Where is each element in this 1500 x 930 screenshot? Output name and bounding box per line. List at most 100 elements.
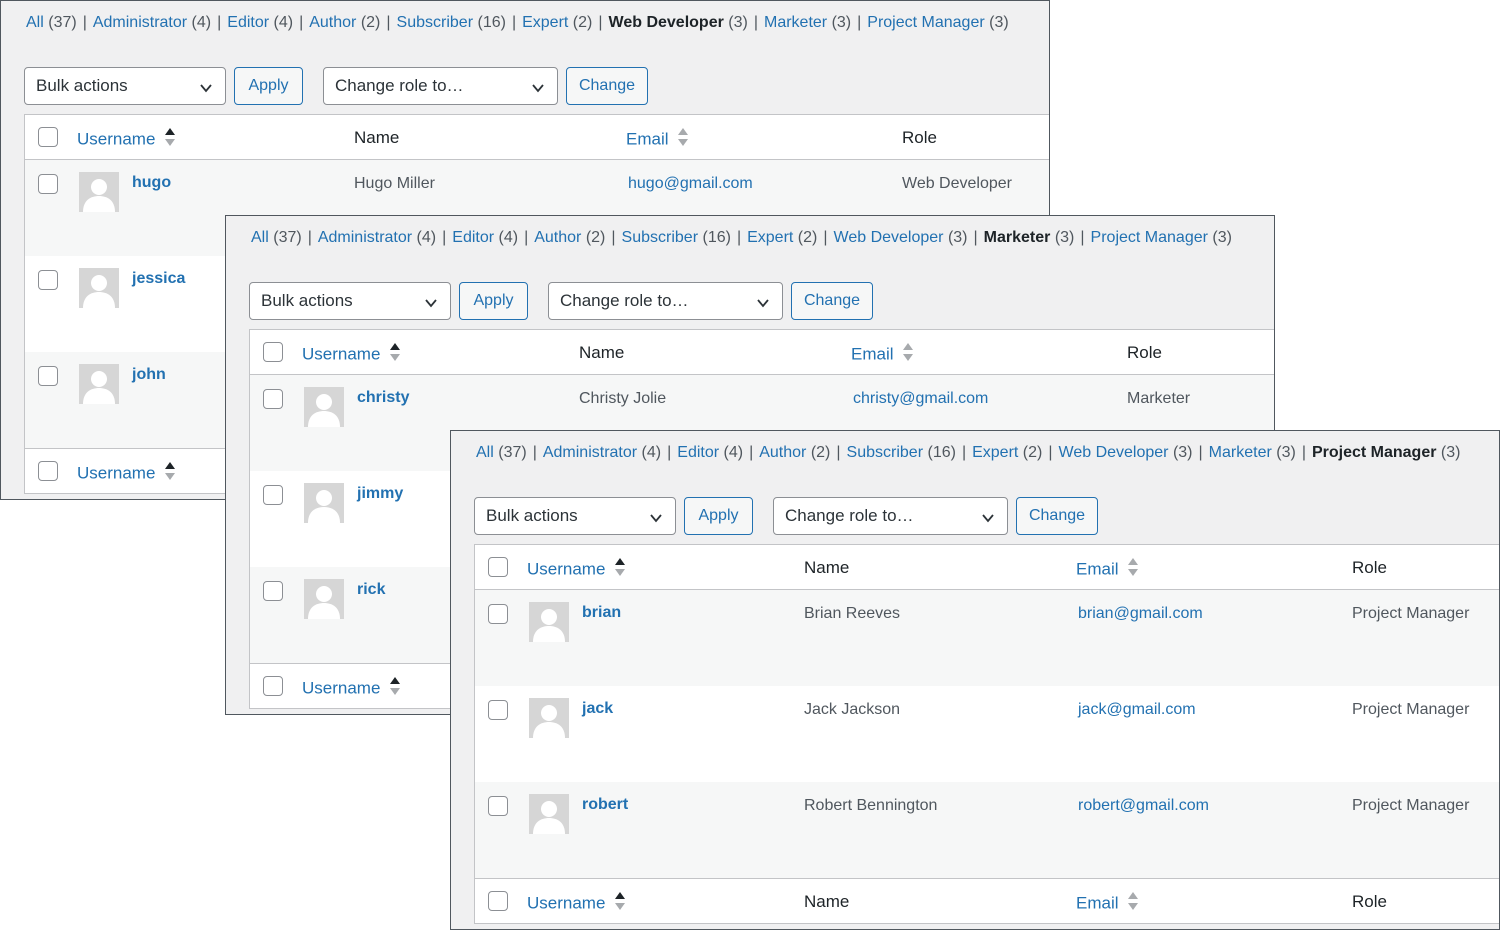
select-all-checkbox[interactable] — [263, 342, 283, 362]
column-email[interactable]: Email — [626, 127, 689, 153]
user-email-link[interactable]: robert@gmail.com — [1078, 797, 1209, 815]
avatar — [79, 364, 119, 404]
change-role-select[interactable]: Change role to… — [548, 282, 783, 320]
select-all-checkbox[interactable] — [38, 461, 58, 481]
row-checkbox[interactable] — [488, 700, 508, 720]
filter-link[interactable]: Expert — [522, 14, 568, 31]
column-username[interactable]: Username — [302, 342, 401, 368]
column-username[interactable]: Username — [527, 557, 626, 583]
change-role-select[interactable]: Change role to… — [323, 67, 558, 105]
sort-asc-icon — [164, 461, 176, 487]
filter-link[interactable]: Administrator — [318, 229, 412, 246]
column-username[interactable]: Username — [77, 127, 176, 153]
select-all-checkbox[interactable] — [488, 557, 508, 577]
row-checkbox[interactable] — [488, 796, 508, 816]
chevron-down-icon — [531, 80, 545, 100]
select-all-checkbox[interactable] — [38, 127, 58, 147]
filter-item: All (37) — [476, 444, 527, 461]
filter-count: (3) — [1212, 229, 1232, 246]
bulk-actions-select[interactable]: Bulk actions — [474, 497, 676, 535]
user-role: Project Manager — [1352, 797, 1470, 814]
row-checkbox[interactable] — [488, 604, 508, 624]
sort-icon — [902, 342, 914, 368]
filter-link[interactable]: Project Manager — [1312, 444, 1436, 461]
filter-link[interactable]: Subscriber — [397, 14, 473, 31]
filter-link[interactable]: Web Developer — [1059, 444, 1169, 461]
row-checkbox[interactable] — [38, 270, 58, 290]
apply-button[interactable]: Apply — [684, 497, 753, 535]
filter-link[interactable]: Subscriber — [847, 444, 923, 461]
filter-separator: | — [82, 14, 87, 31]
column-username[interactable]: Username — [77, 461, 176, 487]
filter-link[interactable]: Web Developer — [834, 229, 944, 246]
column-email[interactable]: Email — [1076, 557, 1139, 583]
filter-link[interactable]: All — [476, 444, 494, 461]
username-link[interactable]: brian — [582, 604, 621, 622]
role-filter-links: All (37) | Administrator (4) | Editor (4) | Au… — [251, 228, 1232, 248]
row-checkbox[interactable] — [263, 389, 283, 409]
filter-link[interactable]: Web Developer — [609, 14, 724, 31]
user-email-link[interactable]: hugo@gmail.com — [628, 175, 753, 193]
select-all-checkbox[interactable] — [263, 676, 283, 696]
filter-separator: | — [857, 14, 862, 31]
apply-button[interactable]: Apply — [459, 282, 528, 320]
filter-count: (3) — [831, 14, 852, 31]
filter-separator: | — [667, 444, 672, 461]
filter-link[interactable]: Expert — [747, 229, 793, 246]
filter-link[interactable]: Project Manager — [867, 14, 984, 31]
filter-link[interactable]: Marketer — [984, 229, 1051, 246]
filter-link[interactable]: Author — [309, 14, 356, 31]
filter-count: (3) — [989, 14, 1009, 31]
username-link[interactable]: jimmy — [357, 485, 403, 503]
filter-link[interactable]: Editor — [677, 444, 719, 461]
row-checkbox[interactable] — [263, 581, 283, 601]
filter-link[interactable]: Author — [759, 444, 806, 461]
user-role: Project Manager — [1352, 701, 1470, 718]
avatar — [304, 579, 344, 619]
filter-count: (16) — [702, 229, 731, 246]
change-button[interactable]: Change — [566, 67, 648, 105]
table-header: Username Name Email Role — [475, 545, 1499, 590]
username-link[interactable]: hugo — [132, 174, 171, 192]
filter-link[interactable]: Subscriber — [622, 229, 698, 246]
column-email[interactable]: Email — [851, 342, 914, 368]
filter-count: (3) — [947, 229, 968, 246]
row-checkbox[interactable] — [38, 174, 58, 194]
filter-separator: | — [961, 444, 967, 461]
filter-item: Editor (4) — [227, 14, 293, 31]
filter-link[interactable]: All — [26, 14, 44, 31]
filter-link[interactable]: Editor — [452, 229, 494, 246]
username-link[interactable]: john — [132, 366, 166, 384]
column-email[interactable]: Email — [1076, 891, 1139, 917]
filter-link[interactable]: Author — [534, 229, 581, 246]
filter-link[interactable]: Project Manager — [1091, 229, 1208, 246]
change-role-select[interactable]: Change role to… — [773, 497, 1008, 535]
change-button[interactable]: Change — [791, 282, 873, 320]
column-username[interactable]: Username — [527, 891, 626, 917]
username-link[interactable]: robert — [582, 796, 628, 814]
username-link[interactable]: jessica — [132, 270, 185, 288]
column-username-label: Username — [77, 129, 156, 149]
filter-link[interactable]: Marketer — [1209, 444, 1272, 461]
row-checkbox[interactable] — [263, 485, 283, 505]
bulk-actions-select[interactable]: Bulk actions — [24, 67, 226, 105]
column-username[interactable]: Username — [302, 676, 401, 702]
user-email-link[interactable]: brian@gmail.com — [1078, 605, 1203, 623]
change-button[interactable]: Change — [1016, 497, 1098, 535]
user-email-link[interactable]: jack@gmail.com — [1078, 701, 1196, 719]
filter-link[interactable]: Expert — [972, 444, 1018, 461]
filter-link[interactable]: Editor — [227, 14, 269, 31]
username-link[interactable]: jack — [582, 700, 613, 718]
username-link[interactable]: christy — [357, 389, 409, 407]
username-link[interactable]: rick — [357, 581, 385, 599]
filter-link[interactable]: Administrator — [543, 444, 637, 461]
filter-link[interactable]: Administrator — [93, 14, 187, 31]
filter-link[interactable]: Marketer — [764, 14, 827, 31]
bulk-actions-select[interactable]: Bulk actions — [249, 282, 451, 320]
user-name: Robert Bennington — [804, 797, 938, 814]
filter-link[interactable]: All — [251, 229, 269, 246]
row-checkbox[interactable] — [38, 366, 58, 386]
select-all-checkbox[interactable] — [488, 891, 508, 911]
apply-button[interactable]: Apply — [234, 67, 303, 105]
user-email-link[interactable]: christy@gmail.com — [853, 390, 988, 408]
